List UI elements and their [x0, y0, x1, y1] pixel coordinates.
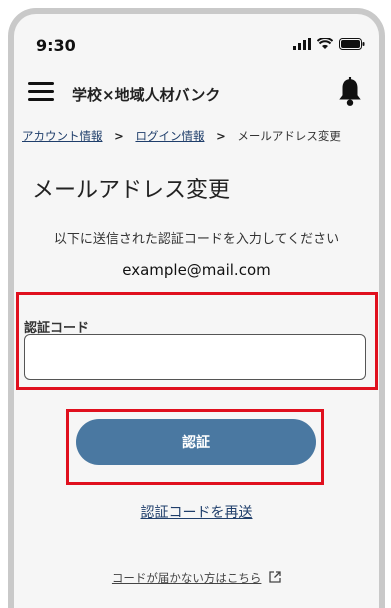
hamburger-menu-icon[interactable] — [28, 82, 54, 102]
breadcrumb-login-info[interactable]: ログイン情報 — [135, 129, 204, 143]
signal-icon — [293, 38, 311, 50]
email-address: example@mail.com — [122, 261, 271, 279]
wifi-icon — [317, 38, 333, 49]
code-not-received-link[interactable]: コードが届かない方はこちら — [112, 571, 262, 585]
resend-code-link[interactable]: 認証コードを再送 — [141, 505, 253, 521]
resend-link-wrapper: 認証コードを再送 — [14, 502, 379, 522]
status-bar: 9:30 — [14, 14, 379, 64]
breadcrumb-current: メールアドレス変更 — [237, 129, 341, 143]
instruction-text: 以下に送信された認証コードを入力してください — [53, 232, 340, 247]
breadcrumb-separator: > — [216, 129, 226, 143]
verify-button[interactable]: 認証 — [76, 419, 316, 465]
phone-screen: 9:30 学校×地域人材バンク アカウント情報 > ログイン情報 > メールアド… — [8, 8, 385, 608]
status-icons — [293, 38, 365, 50]
battery-icon — [339, 38, 365, 50]
breadcrumb-account-info[interactable]: アカウント情報 — [22, 129, 103, 143]
bell-icon[interactable] — [337, 77, 363, 107]
breadcrumb: アカウント情報 > ログイン情報 > メールアドレス変更 — [22, 128, 341, 144]
page-title: メールアドレス変更 — [32, 178, 231, 203]
help-link-wrapper: コードが届かない方はこちら — [14, 570, 379, 586]
app-header: 学校×地域人材バンク — [14, 72, 379, 114]
app-title: 学校×地域人材バンク — [72, 86, 221, 104]
verification-code-input[interactable] — [24, 334, 366, 380]
status-time: 9:30 — [36, 36, 76, 55]
breadcrumb-separator: > — [114, 129, 124, 143]
external-link-icon[interactable] — [269, 571, 281, 583]
